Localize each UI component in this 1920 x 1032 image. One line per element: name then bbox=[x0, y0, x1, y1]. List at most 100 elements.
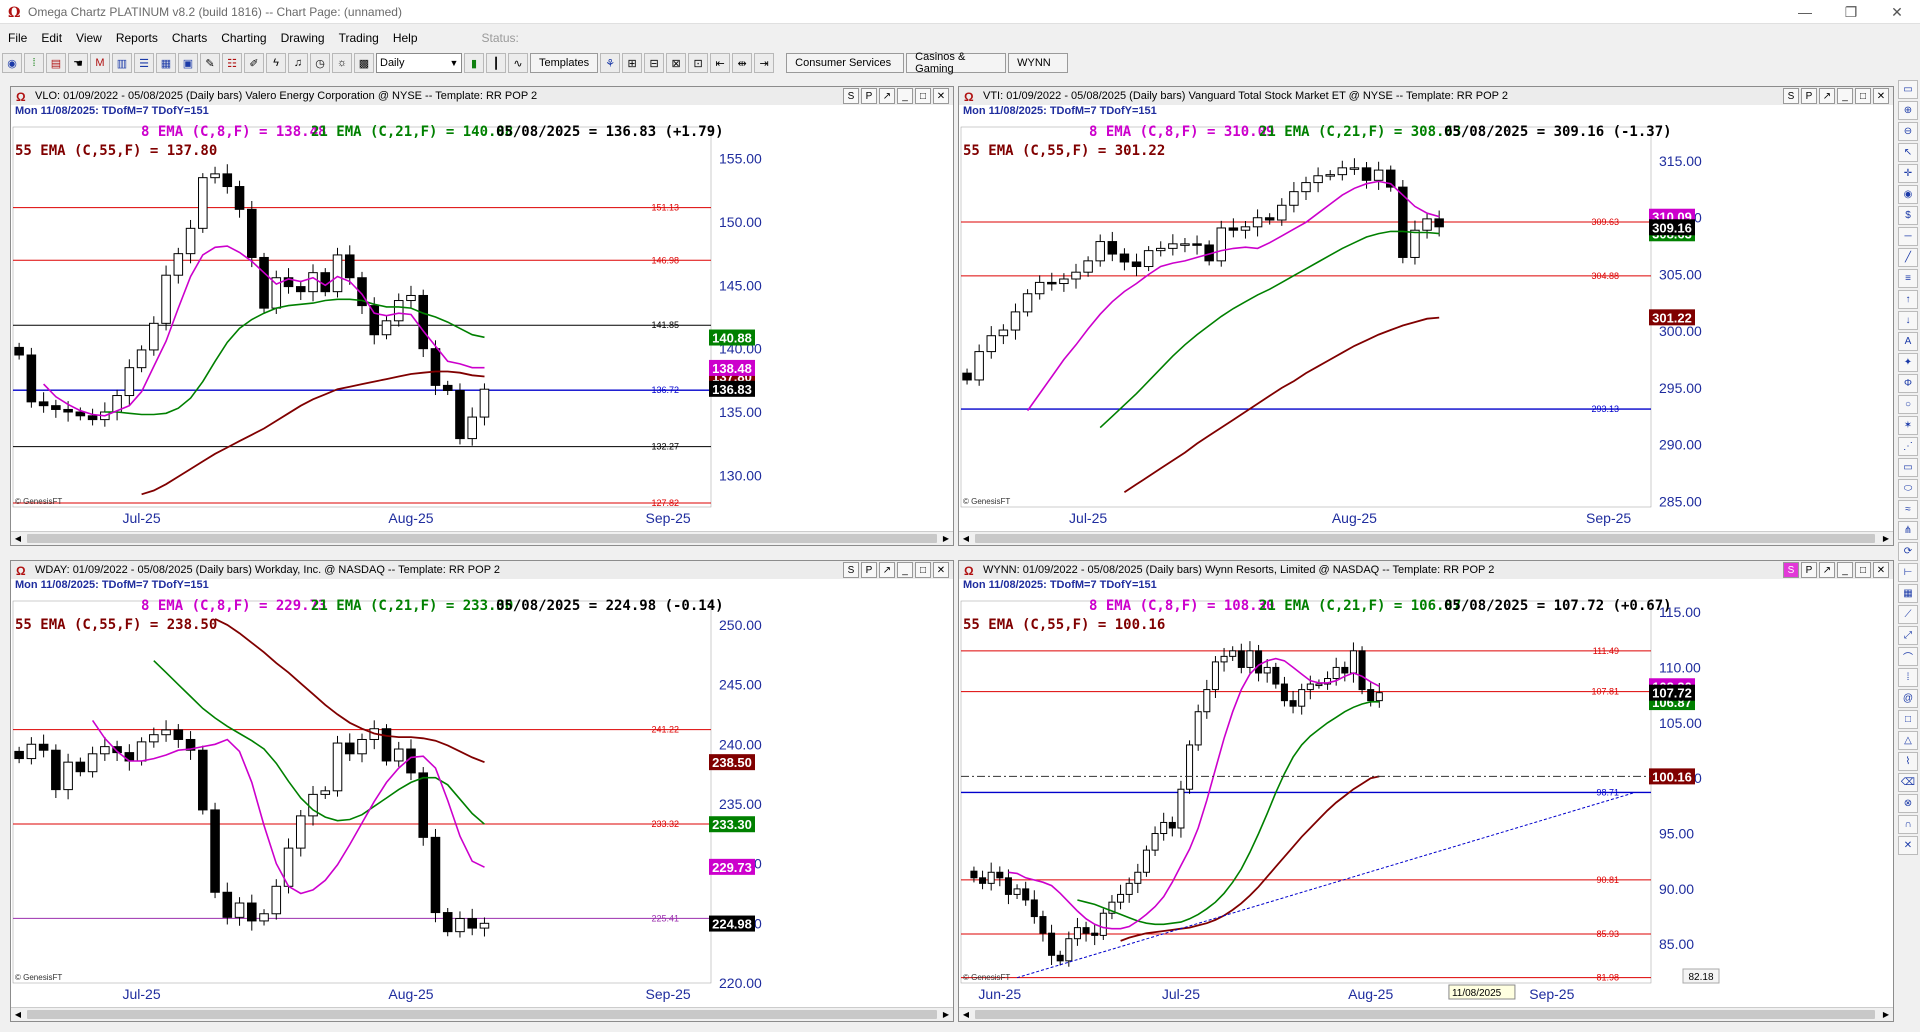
gann-icon[interactable]: ✶ bbox=[1898, 416, 1918, 435]
move-both-icon[interactable]: ⇹ bbox=[732, 53, 753, 73]
bell-icon[interactable]: ♫ bbox=[288, 53, 308, 73]
triangle-icon[interactable]: △ bbox=[1898, 731, 1918, 750]
chart-panel-wday[interactable]: Ω WDAY: 01/09/2022 - 05/08/2025 (Daily b… bbox=[10, 560, 954, 1022]
panel-p-button[interactable]: P bbox=[861, 562, 877, 578]
magnet-icon[interactable]: ∩ bbox=[1898, 815, 1918, 834]
alert-icon[interactable]: M bbox=[90, 53, 110, 73]
price-chart[interactable]: 151.13 146.98 141.85 136.72 132.27 127.82 155.… bbox=[11, 123, 953, 531]
scroll-left-icon[interactable]: ◀ bbox=[959, 532, 973, 545]
panel-close-icon[interactable]: ✕ bbox=[1873, 562, 1889, 578]
cursor-icon[interactable]: ↖ bbox=[1898, 143, 1918, 162]
text-icon[interactable]: A bbox=[1898, 332, 1918, 351]
price-chart[interactable]: 309.63304.88293.13315.00310.00305.00300.… bbox=[959, 123, 1893, 531]
panel-maximize-icon[interactable]: □ bbox=[1855, 562, 1871, 578]
speed-line-icon[interactable]: ⟋ bbox=[1898, 605, 1918, 624]
lightning-icon[interactable]: ϟ bbox=[266, 53, 286, 73]
menu-file[interactable]: File bbox=[0, 31, 33, 45]
chart-panel-wynn[interactable]: Ω WYNN: 01/09/2022 - 05/08/2025 (Daily b… bbox=[958, 560, 1894, 1022]
clock-icon[interactable]: ◷ bbox=[310, 53, 330, 73]
menu-view[interactable]: View bbox=[68, 31, 108, 45]
rectangle-icon[interactable]: ▭ bbox=[1898, 458, 1918, 477]
lock-icon[interactable]: ⊗ bbox=[1898, 794, 1918, 813]
panel-p-button[interactable]: P bbox=[861, 88, 877, 104]
menu-reports[interactable]: Reports bbox=[108, 31, 164, 45]
cycle-icon[interactable]: ⟳ bbox=[1898, 542, 1918, 561]
panel-close-icon[interactable]: ✕ bbox=[1873, 88, 1889, 104]
scroll-thumb[interactable] bbox=[27, 1010, 937, 1019]
map-icon[interactable]: ☼ bbox=[332, 53, 352, 73]
hline-icon[interactable]: ─ bbox=[1898, 227, 1918, 246]
candle-chart-icon[interactable]: ┃ bbox=[486, 53, 506, 73]
scanner-icon[interactable]: ▤ bbox=[46, 53, 66, 73]
line-chart-icon[interactable]: ∿ bbox=[508, 53, 528, 73]
horizontal-scrollbar[interactable]: ◀ ▶ bbox=[11, 531, 953, 545]
ladder-icon[interactable]: ☷ bbox=[222, 53, 242, 73]
chart-panel-vti[interactable]: Ω VTI: 01/09/2022 - 05/08/2025 (Daily ba… bbox=[958, 86, 1894, 546]
move-left-icon[interactable]: ⇤ bbox=[710, 53, 731, 73]
list-icon[interactable]: ☰ bbox=[134, 53, 154, 73]
delete-drawings-icon[interactable]: ✕ bbox=[1898, 836, 1918, 855]
horizontal-scrollbar[interactable]: ◀ ▶ bbox=[959, 1007, 1893, 1021]
layout-3-icon[interactable]: ⊠ bbox=[666, 53, 687, 73]
scroll-left-icon[interactable]: ◀ bbox=[11, 1008, 25, 1021]
menu-charts[interactable]: Charts bbox=[164, 31, 213, 45]
panel-maximize-icon[interactable]: □ bbox=[915, 88, 931, 104]
horizontal-scrollbar[interactable]: ◀ ▶ bbox=[11, 1007, 953, 1021]
dollar-icon[interactable]: $ bbox=[1898, 206, 1918, 225]
panel-minimize-icon[interactable]: _ bbox=[1837, 88, 1853, 104]
arc-icon[interactable]: ⌒ bbox=[1898, 647, 1918, 666]
layout-1-icon[interactable]: ⊞ bbox=[622, 53, 643, 73]
scroll-left-icon[interactable]: ◀ bbox=[11, 532, 25, 545]
menu-edit[interactable]: Edit bbox=[33, 31, 68, 45]
panel-s-button[interactable]: S bbox=[843, 88, 859, 104]
fib-icon[interactable]: Φ bbox=[1898, 374, 1918, 393]
crosshair-icon[interactable]: ✛ bbox=[1898, 164, 1918, 183]
panel-close-icon[interactable]: ✕ bbox=[933, 562, 949, 578]
bar-chart-icon[interactable]: ▮ bbox=[464, 53, 484, 73]
globe-icon[interactable]: ◉ bbox=[2, 53, 22, 73]
scroll-right-icon[interactable]: ▶ bbox=[1879, 532, 1893, 545]
panel-p-button[interactable]: P bbox=[1801, 562, 1817, 578]
panel-minimize-icon[interactable]: _ bbox=[1837, 562, 1853, 578]
layout-2-icon[interactable]: ⊟ bbox=[644, 53, 665, 73]
menu-charting[interactable]: Charting bbox=[213, 31, 272, 45]
layout-4-icon[interactable]: ⊡ bbox=[688, 53, 709, 73]
hand-icon[interactable]: ☚ bbox=[68, 53, 88, 73]
circle-icon[interactable]: ○ bbox=[1898, 395, 1918, 414]
panel-minimize-icon[interactable]: _ bbox=[897, 562, 913, 578]
panel-popout-icon[interactable]: ↗ bbox=[879, 562, 895, 578]
panel-s-button[interactable]: S bbox=[843, 562, 859, 578]
calculator-icon[interactable]: ▩ bbox=[354, 53, 374, 73]
move-right-icon[interactable]: ⇥ bbox=[754, 53, 775, 73]
pencil-icon[interactable]: ✎ bbox=[200, 53, 220, 73]
panel-popout-icon[interactable]: ↗ bbox=[879, 88, 895, 104]
panel-minimize-icon[interactable]: _ bbox=[897, 88, 913, 104]
price-chart[interactable]: 241.22 233.32 225.41 250.00 245.00 240.00 235.… bbox=[11, 597, 953, 1007]
arrow-down-icon[interactable]: ↓ bbox=[1898, 311, 1918, 330]
polyline-icon[interactable]: ⌇ bbox=[1898, 752, 1918, 771]
zoom-in-icon[interactable]: ⊕ bbox=[1898, 101, 1918, 120]
page-tab-wynn[interactable]: WYNN bbox=[1008, 53, 1069, 73]
scroll-right-icon[interactable]: ▶ bbox=[939, 532, 953, 545]
grid-icon[interactable]: ▦ bbox=[156, 53, 176, 73]
scroll-right-icon[interactable]: ▶ bbox=[1879, 1008, 1893, 1021]
portfolio-icon[interactable]: ▣ bbox=[178, 53, 198, 73]
eraser-icon[interactable]: ⌫ bbox=[1898, 773, 1918, 792]
fan-icon[interactable]: ⋰ bbox=[1898, 437, 1918, 456]
arrow-up-icon[interactable]: ↑ bbox=[1898, 290, 1918, 309]
horizontal-scrollbar[interactable]: ◀ ▶ bbox=[959, 531, 1893, 545]
pitchfork-icon[interactable]: ⋔ bbox=[1898, 521, 1918, 540]
regression-icon[interactable]: ⤢ bbox=[1898, 626, 1918, 645]
notebook-icon[interactable]: ▥ bbox=[112, 53, 132, 73]
scroll-left-icon[interactable]: ◀ bbox=[959, 1008, 973, 1021]
panel-close-icon[interactable]: ✕ bbox=[933, 88, 949, 104]
panel-popout-icon[interactable]: ↗ bbox=[1819, 562, 1835, 578]
panel-popout-icon[interactable]: ↗ bbox=[1819, 88, 1835, 104]
scroll-thumb[interactable] bbox=[27, 534, 937, 543]
chart-panel-vlo[interactable]: Ω VLO: 01/09/2022 - 05/08/2025 (Daily ba… bbox=[10, 86, 954, 546]
panel-p-button[interactable]: P bbox=[1801, 88, 1817, 104]
channel-icon[interactable]: ≡ bbox=[1898, 269, 1918, 288]
period-select[interactable]: Daily ▼ bbox=[376, 53, 462, 73]
trendline-icon[interactable]: ╱ bbox=[1898, 248, 1918, 267]
menu-drawing[interactable]: Drawing bbox=[273, 31, 331, 45]
